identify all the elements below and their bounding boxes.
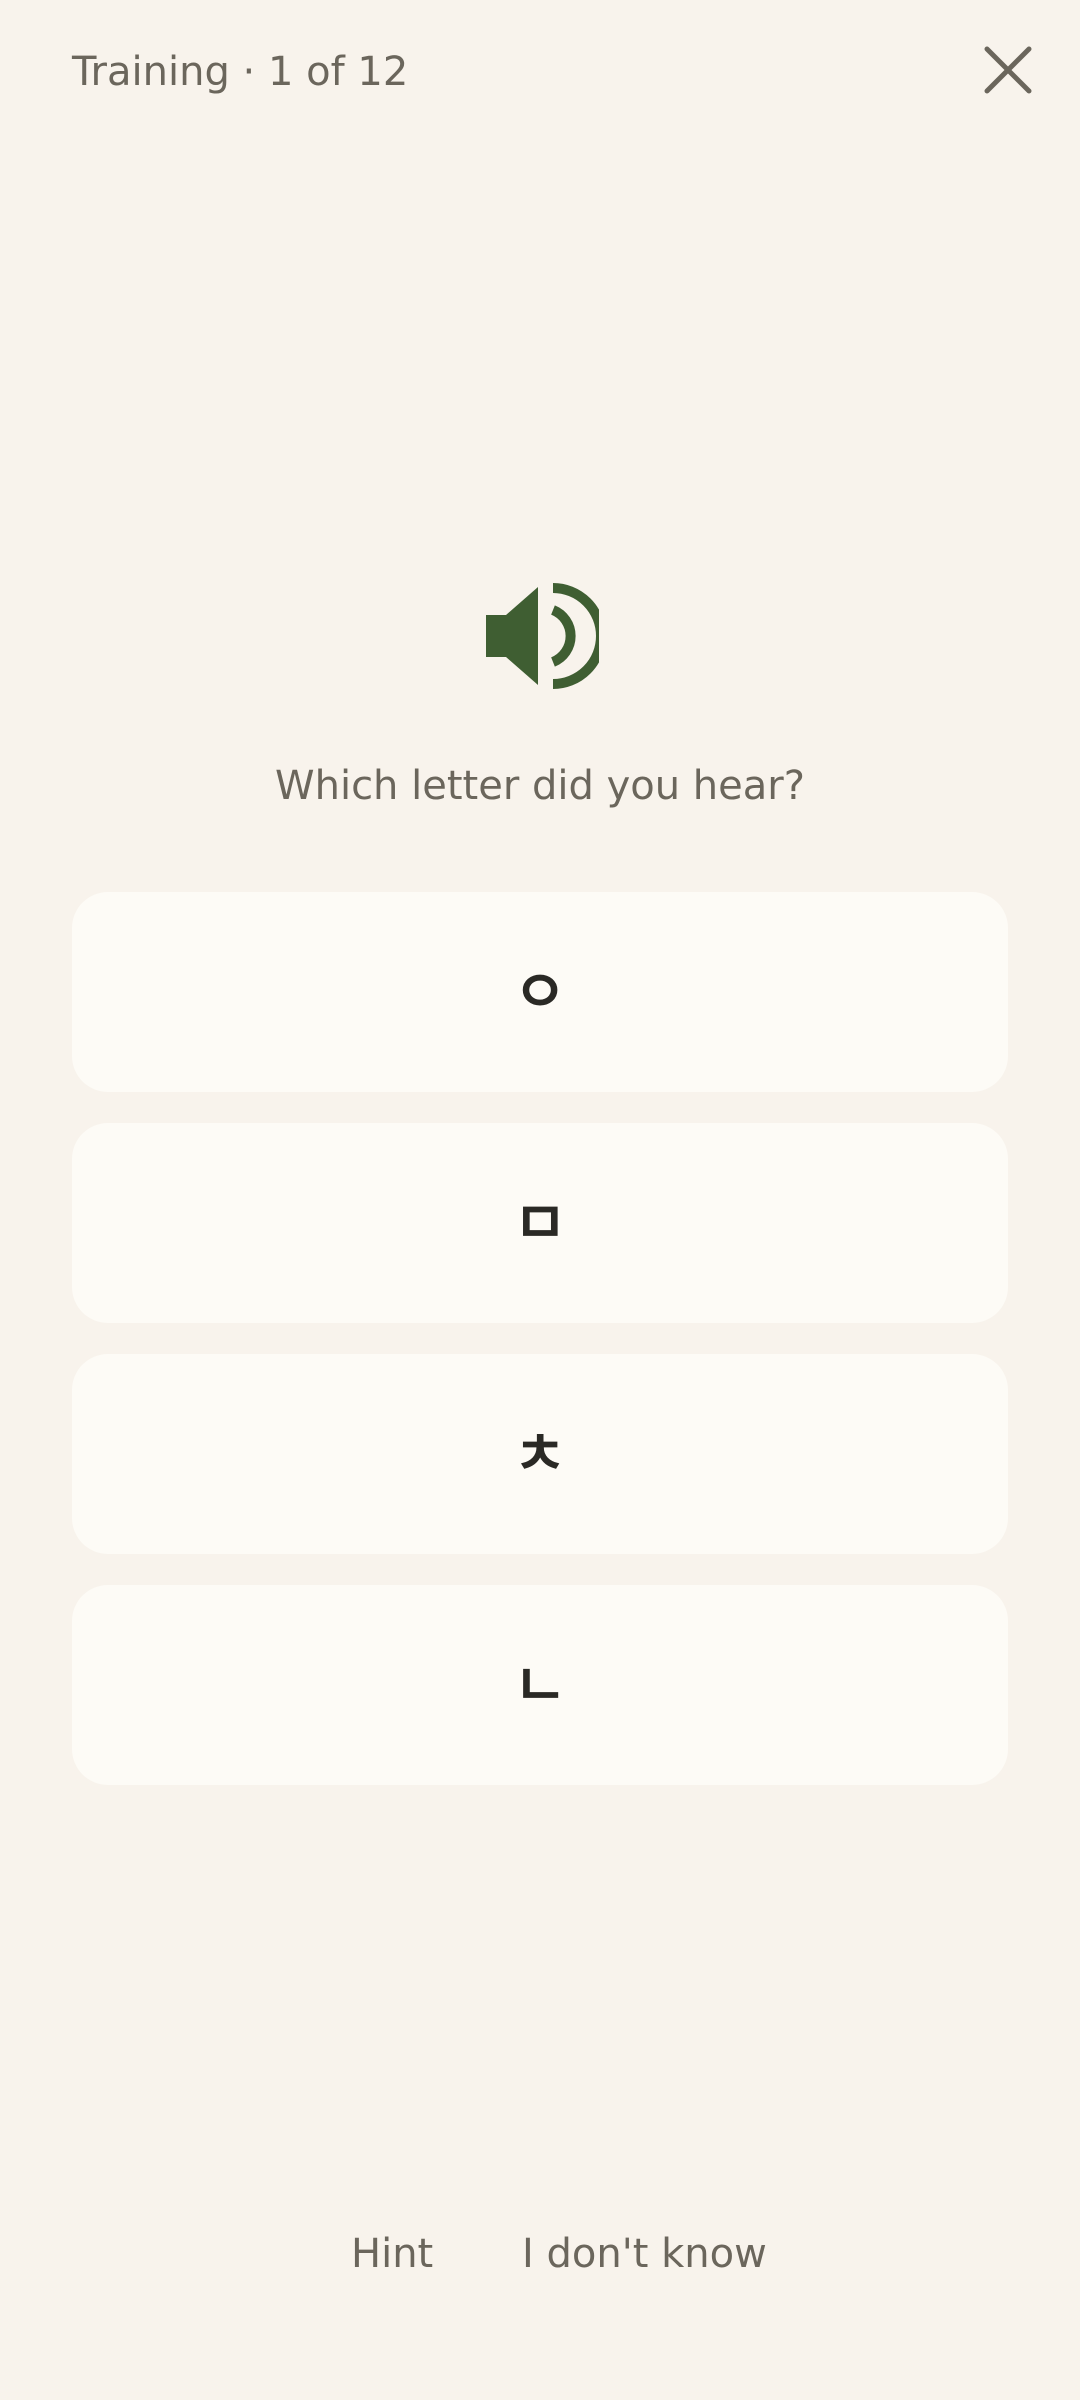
play-audio-button[interactable] — [481, 580, 599, 692]
speaker-icon — [486, 583, 599, 689]
option-letter: ㅁ — [513, 1189, 567, 1257]
answer-option[interactable]: ㄴ — [72, 1585, 1008, 1785]
answer-option[interactable]: ㅁ — [72, 1123, 1008, 1323]
close-icon — [984, 46, 1032, 94]
option-letter: ㅇ — [513, 958, 567, 1026]
header-title: Training · 1 of 12 — [72, 49, 409, 95]
answer-options: ㅇ ㅁ ㅊ ㄴ — [72, 892, 1008, 1816]
answer-option[interactable]: ㅊ — [72, 1354, 1008, 1554]
option-letter: ㄴ — [513, 1651, 567, 1719]
answer-option[interactable]: ㅇ — [72, 892, 1008, 1092]
footer-actions: Hint I don't know — [0, 2222, 1080, 2286]
question-prompt: Which letter did you hear? — [275, 763, 805, 809]
close-button[interactable] — [976, 38, 1040, 102]
hint-button[interactable]: Hint — [351, 2222, 433, 2286]
dont-know-button[interactable]: I don't know — [522, 2222, 767, 2286]
option-letter: ㅊ — [513, 1420, 567, 1488]
